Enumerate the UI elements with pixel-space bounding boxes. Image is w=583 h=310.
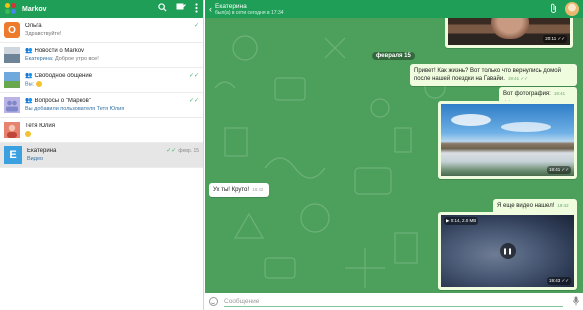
chat-list-pane: Markov О Ольга ✓ Здравствуйте! 👥 Новости… — [0, 0, 204, 310]
chat-name: Новости о Markov — [34, 47, 85, 54]
avatar: E — [4, 146, 22, 164]
group-icon: 👥 — [25, 98, 33, 104]
date-separator: февраля 15 — [372, 52, 415, 60]
message-text: Ух ты! Круто! — [213, 187, 250, 193]
smile-emoji-icon — [35, 81, 42, 87]
chat-name: Тетя Юлия — [25, 122, 56, 129]
emoji-smile-icon[interactable] — [209, 297, 218, 306]
chat-name: Свободное общение — [34, 72, 93, 79]
chat-item-free-talk[interactable]: 👥 Свободное общение ✓✓ Вы: — [0, 68, 203, 93]
avatar — [4, 97, 20, 113]
message-time: 19:41 ✓✓ — [546, 166, 571, 174]
message-text-out[interactable]: Привет! Как жизнь? Вот только что вернул… — [410, 64, 577, 86]
photo-landscape[interactable]: 19:41 ✓✓ — [441, 104, 574, 176]
chat-list: О Ольга ✓ Здравствуйте! 👥 Новости о Mark… — [0, 18, 203, 168]
avatar — [4, 47, 20, 63]
message-time: 19:41 ✓✓ — [507, 76, 528, 81]
sidebar-header: Markov — [0, 0, 203, 18]
conversation-header: ‹ Екатерина был(а) в сети сегодня в 17:3… — [205, 0, 583, 18]
chat-item-questions-markov[interactable]: 👥 Вопросы о "Марков" ✓✓ Вы добавили поль… — [0, 93, 203, 118]
app-title: Markov — [22, 5, 47, 13]
back-chevron-icon[interactable]: ‹ — [209, 4, 212, 14]
message-text: Вот фотография: — [503, 91, 551, 97]
chat-preview: Видео — [27, 156, 44, 162]
peer-status: был(а) в сети сегодня в 17:34 — [215, 9, 284, 16]
preview-sender: Вы: — [25, 81, 35, 88]
chat-name: Екатерина — [27, 147, 57, 154]
read-ticks-icon: ✓✓ — [188, 73, 199, 79]
video-thumbnail[interactable]: ▶ 0:14, 2.0 MB ❚❚ 19:43 ✓✓ — [441, 215, 574, 287]
attach-paperclip-icon[interactable] — [550, 3, 557, 15]
more-vert-icon[interactable] — [195, 2, 198, 16]
message-text: Привет! Как жизнь? Вот только что вернул… — [414, 68, 561, 82]
message-time: 19:43 ✓✓ — [546, 277, 571, 285]
microphone-icon[interactable] — [573, 296, 579, 308]
avatar: О — [4, 22, 20, 38]
video-camera-icon: ▶ — [446, 218, 450, 223]
chat-item-aunt-yulia[interactable]: Тетя Юлия — [0, 118, 203, 143]
video-info-badge: ▶ 0:14, 2.0 MB — [444, 217, 479, 225]
chat-item-olga[interactable]: О Ольга ✓ Здравствуйте! — [0, 18, 203, 43]
chat-name: Вопросы о "Марков" — [34, 97, 91, 104]
smile-emoji-icon — [25, 131, 31, 137]
peer-avatar[interactable] — [565, 2, 579, 16]
chat-preview: Здравствуйте! — [25, 31, 62, 37]
message-input[interactable] — [224, 296, 563, 307]
avatar — [4, 72, 20, 88]
message-text-in[interactable]: Ух ты! Круто! 19:42 — [209, 183, 269, 197]
peer-name: Екатерина — [215, 2, 247, 10]
search-icon[interactable] — [158, 3, 167, 15]
message-photo-out[interactable]: 19:41 ✓✓ — [438, 101, 577, 179]
chat-item-news-markov[interactable]: 👥 Новости о Markov Екатерина: Доброе утр… — [0, 43, 203, 68]
message-text: Я еще видео нашел! — [497, 203, 555, 209]
compose-icon[interactable] — [176, 3, 186, 15]
message-video-out[interactable]: ▶ 0:14, 2.0 MB ❚❚ 19:43 ✓✓ — [438, 212, 577, 290]
message-composer — [205, 293, 583, 310]
read-ticks-icon: ✓ — [193, 23, 199, 29]
avatar — [4, 122, 20, 138]
message-time: 19:42 — [252, 187, 264, 192]
preview-sender: Екатерина: — [25, 56, 54, 62]
read-ticks-icon: ✓✓ — [188, 98, 199, 104]
chat-time: февр. 15 — [178, 147, 199, 154]
avatar-letter: О — [8, 24, 16, 36]
chat-preview: Вы добавили пользователя Тетя Юлия — [25, 106, 125, 112]
message-time: 20:11 ✓✓ — [543, 35, 567, 43]
peer-info[interactable]: Екатерина был(а) в сети сегодня в 17:34 — [215, 3, 550, 16]
read-ticks-icon: ✓✓ — [166, 148, 177, 154]
app-logo — [5, 3, 17, 15]
conversation-pane: ‹ Екатерина был(а) в сети сегодня в 17:3… — [205, 0, 583, 310]
chat-name: Ольга — [25, 22, 42, 29]
group-icon: 👥 — [25, 73, 33, 79]
chat-preview: Доброе утро все! — [54, 56, 99, 62]
avatar-letter: E — [9, 149, 17, 161]
pause-icon[interactable]: ❚❚ — [499, 243, 516, 259]
chat-item-ekaterina[interactable]: E Екатерина ✓✓ февр. 15 Видео — [0, 143, 203, 168]
group-icon: 👥 — [25, 48, 33, 54]
